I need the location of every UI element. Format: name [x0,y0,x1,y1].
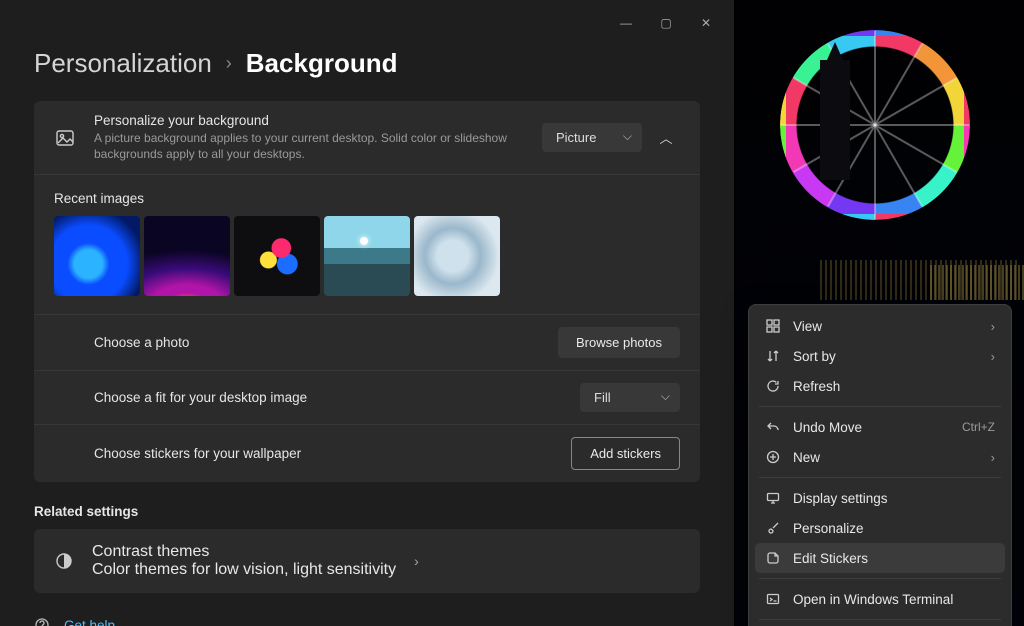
wallpaper-church-silhouette [820,60,850,180]
brush-icon [765,520,781,536]
plus-circle-icon [765,449,781,465]
background-card: Personalize your background A picture ba… [34,101,700,482]
refresh-icon [765,378,781,394]
breadcrumb-parent[interactable]: Personalization [34,48,212,79]
contrast-themes-card[interactable]: Contrast themes Color themes for low vis… [34,529,700,593]
ctx-new[interactable]: New › [755,442,1005,472]
choose-stickers-row: Choose stickers for your wallpaper Add s… [34,425,700,482]
recent-images-block: Recent images [34,175,700,315]
related-settings-heading: Related settings [34,504,700,519]
recent-image-1[interactable] [54,216,140,296]
wallpaper-lights-2 [930,265,1024,300]
recent-images-title: Recent images [54,191,680,206]
personalize-title: Personalize your background [94,113,524,128]
collapse-toggle[interactable]: ︿ [652,124,680,152]
ctx-view[interactable]: View › [755,311,1005,341]
choose-photo-label: Choose a photo [94,335,540,350]
sticker-icon [765,550,781,566]
background-type-dropdown[interactable]: Picture [542,123,642,152]
browse-photos-button[interactable]: Browse photos [558,327,680,358]
undo-icon [765,419,781,435]
chevron-right-icon: › [414,553,419,569]
choose-stickers-label: Choose stickers for your wallpaper [94,446,553,461]
get-help-link[interactable]: Get help [34,611,700,626]
contrast-icon [54,551,74,571]
ctx-display-settings[interactable]: Display settings [755,483,1005,513]
recent-images-list [54,216,680,296]
display-icon [765,490,781,506]
recent-image-3[interactable] [234,216,320,296]
choose-fit-label: Choose a fit for your desktop image [94,390,562,405]
desktop-context-menu: View › Sort by › Refresh Undo Move Ctrl+… [748,304,1012,626]
grid-icon [765,318,781,334]
minimize-button[interactable]: — [606,8,646,38]
recent-image-2[interactable] [144,216,230,296]
chevron-right-icon: › [991,319,995,334]
personalize-row: Personalize your background A picture ba… [34,101,700,175]
ctx-open-terminal[interactable]: Open in Windows Terminal [755,584,1005,614]
contrast-themes-title: Contrast themes [92,543,396,561]
chevron-right-icon: › [991,349,995,364]
close-button[interactable]: ✕ [686,8,726,38]
ctx-sort-by[interactable]: Sort by › [755,341,1005,371]
maximize-button[interactable]: ▢ [646,8,686,38]
choose-photo-row: Choose a photo Browse photos [34,315,700,371]
fit-dropdown[interactable]: Fill [580,383,680,412]
ctx-edit-stickers[interactable]: Edit Stickers [755,543,1005,573]
recent-image-4[interactable] [324,216,410,296]
choose-fit-row: Choose a fit for your desktop image Fill [34,371,700,425]
chevron-right-icon: › [991,450,995,465]
settings-window: — ▢ ✕ Personalization › Background Perso… [0,0,735,626]
ctx-personalize[interactable]: Personalize [755,513,1005,543]
personalize-subtitle: A picture background applies to your cur… [94,130,524,162]
recent-image-5[interactable] [414,216,500,296]
ctx-undo-move[interactable]: Undo Move Ctrl+Z [755,412,1005,442]
contrast-themes-sub: Color themes for low vision, light sensi… [92,561,396,579]
help-links: Get help Give feedback [34,611,700,626]
chevron-right-icon: › [226,53,232,74]
wallpaper-spokes [780,30,970,220]
add-stickers-button[interactable]: Add stickers [571,437,680,470]
terminal-icon [765,591,781,607]
page-title: Background [246,48,398,79]
ctx-undo-shortcut: Ctrl+Z [962,420,995,434]
window-controls: — ▢ ✕ [606,8,726,38]
sort-icon [765,348,781,364]
help-icon [34,617,52,626]
ctx-refresh[interactable]: Refresh [755,371,1005,401]
picture-icon [54,127,76,149]
